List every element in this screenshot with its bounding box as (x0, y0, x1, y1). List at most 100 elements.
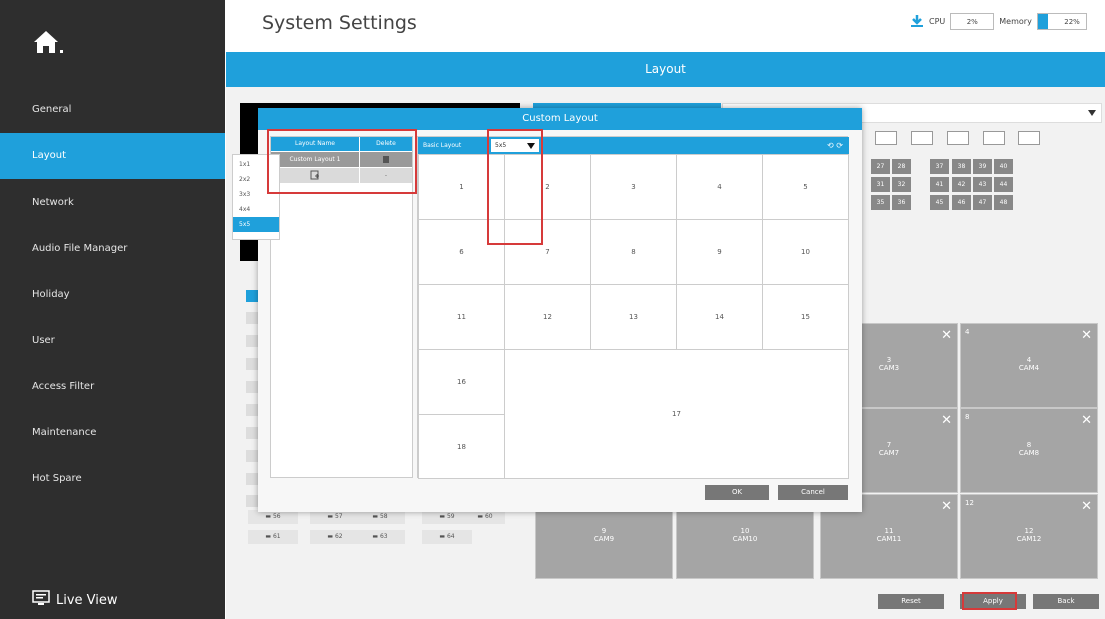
channel-group-tab[interactable] (246, 404, 258, 416)
sidebar-item[interactable]: Hot Spare (0, 456, 225, 502)
layout-grid-cell[interactable]: 15 (762, 284, 849, 350)
grid-layout-icon[interactable] (983, 131, 1005, 145)
layout-grid-cell[interactable]: 3 (590, 154, 677, 220)
close-icon[interactable]: ✕ (1081, 413, 1092, 428)
channel-group-tab[interactable] (246, 335, 258, 347)
layout-grid-cell[interactable]: 14 (676, 284, 763, 350)
layout-grid-cell[interactable]: 17 (504, 349, 849, 479)
camera-cell[interactable]: 8 ✕ 8 CAM8 (960, 408, 1098, 493)
grid-layout-icon[interactable] (911, 131, 933, 145)
channel-number[interactable]: 42 (952, 177, 971, 192)
layout-option[interactable]: 4x4 (233, 202, 279, 217)
layout-grid-cell[interactable]: 5 (762, 154, 849, 220)
channel-number[interactable]: 31 (871, 177, 890, 192)
back-button[interactable]: Back (1033, 594, 1099, 609)
memory-meter: 22% (1036, 13, 1087, 30)
sidebar-item[interactable]: Audio File Manager (0, 226, 225, 272)
close-icon[interactable]: ✕ (941, 328, 952, 343)
channel-number[interactable]: 32 (892, 177, 911, 192)
channel-number[interactable]: 45 (930, 195, 949, 210)
channel-chip-label: 56 (272, 513, 281, 520)
close-icon[interactable]: ✕ (941, 499, 952, 514)
channel-number[interactable]: 44 (994, 177, 1013, 192)
cell-index[interactable]: 8 (965, 413, 969, 421)
channel-group-tab[interactable] (246, 450, 258, 462)
camera-icon: ▬ (372, 533, 380, 540)
layout-grid-cell[interactable]: 4 (676, 154, 763, 220)
channel-number[interactable]: 41 (930, 177, 949, 192)
camera-icon: ▬ (439, 533, 447, 540)
channel-number[interactable]: 27 (871, 159, 890, 174)
layout-option[interactable]: 5x5 (233, 217, 279, 232)
channel-number[interactable]: 40 (994, 159, 1013, 174)
channel-chip[interactable]: ▬ 62 (310, 530, 360, 544)
sidebar-item[interactable]: Holiday (0, 272, 225, 318)
layout-grid-cell[interactable]: 13 (590, 284, 677, 350)
close-icon[interactable]: ✕ (1081, 499, 1092, 514)
channel-group-tab[interactable] (246, 495, 258, 507)
channel-chip[interactable]: ▬ 60 (465, 510, 505, 524)
system-status: CPU 2% Memory 22% (910, 13, 1087, 30)
channel-number[interactable]: 46 (952, 195, 971, 210)
channel-group-tab[interactable] (246, 473, 258, 485)
channel-chip[interactable]: ▬ 57 (310, 510, 360, 524)
layout-grid-cell[interactable]: 18 (418, 414, 505, 479)
channel-chip-label: 61 (272, 533, 281, 540)
cell-camera-name: CAM10 (732, 535, 758, 543)
home-icon[interactable] (30, 26, 70, 58)
layout-grid-cell[interactable]: 12 (504, 284, 591, 350)
grid-layout-icon[interactable] (1018, 131, 1040, 145)
cell-camera-name: CAM8 (1018, 449, 1040, 457)
channel-group-tab[interactable] (246, 312, 258, 324)
sidebar-item[interactable]: User (0, 318, 225, 364)
channel-chip[interactable]: ▬ 63 (355, 530, 405, 544)
channel-chip[interactable]: ▬ 58 (355, 510, 405, 524)
layout-grid-cell[interactable]: 10 (762, 219, 849, 285)
reset-button[interactable]: Reset (878, 594, 944, 609)
sidebar-item[interactable]: Maintenance (0, 410, 225, 456)
channel-number[interactable]: 39 (973, 159, 992, 174)
cell-number: 8 (1026, 441, 1032, 449)
close-icon[interactable]: ✕ (941, 413, 952, 428)
channel-group-tab[interactable] (246, 381, 258, 393)
layout-grid-cell[interactable]: 8 (590, 219, 677, 285)
layout-grid-cell[interactable]: 16 (418, 349, 505, 415)
channel-number[interactable]: 28 (892, 159, 911, 174)
camera-icon: ▬ (477, 513, 485, 520)
close-icon[interactable]: ✕ (1081, 328, 1092, 343)
channel-chip[interactable]: ▬ 56 (248, 510, 298, 524)
layout-grid-cell[interactable]: 9 (676, 219, 763, 285)
layout-grid-cell[interactable]: 11 (418, 284, 505, 350)
channel-number[interactable]: 43 (973, 177, 992, 192)
camera-cell[interactable]: 4 ✕ 4 CAM4 (960, 323, 1098, 408)
camera-cell[interactable]: 12 ✕ 12 CAM12 (960, 494, 1098, 579)
channel-group-tab[interactable] (246, 358, 258, 370)
grid-layout-icon[interactable] (875, 131, 897, 145)
undo-icon[interactable]: ⟲ ⟳ (827, 137, 843, 154)
ok-button[interactable]: OK (705, 485, 769, 500)
cancel-button[interactable]: Cancel (778, 485, 848, 500)
channel-chip[interactable]: ▬ 61 (248, 530, 298, 544)
live-view-button[interactable]: Live View (32, 590, 118, 610)
channel-chip[interactable]: ▬ 64 (422, 530, 472, 544)
sidebar-item[interactable]: Layout (0, 133, 225, 179)
channel-group-tab[interactable] (246, 290, 258, 302)
channel-number[interactable]: 35 (871, 195, 890, 210)
camera-icon: ▬ (327, 513, 335, 520)
channel-number[interactable]: 48 (994, 195, 1013, 210)
cell-number: 12 (1024, 527, 1034, 535)
grid-layout-icon[interactable] (947, 131, 969, 145)
sidebar-item[interactable]: General (0, 87, 225, 133)
sidebar-item[interactable]: Network (0, 180, 225, 226)
channel-group-tab[interactable] (246, 427, 258, 439)
channel-number[interactable]: 37 (930, 159, 949, 174)
cell-index[interactable]: 4 (965, 328, 969, 336)
channel-number[interactable]: 36 (892, 195, 911, 210)
channel-number[interactable]: 47 (973, 195, 992, 210)
sidebar-item[interactable]: Access Filter (0, 364, 225, 410)
memory-value: 22% (1064, 17, 1080, 26)
cell-index[interactable]: 12 (965, 499, 974, 507)
channel-number[interactable]: 38 (952, 159, 971, 174)
download-icon[interactable] (910, 14, 924, 30)
camera-icon: ▬ (265, 513, 273, 520)
